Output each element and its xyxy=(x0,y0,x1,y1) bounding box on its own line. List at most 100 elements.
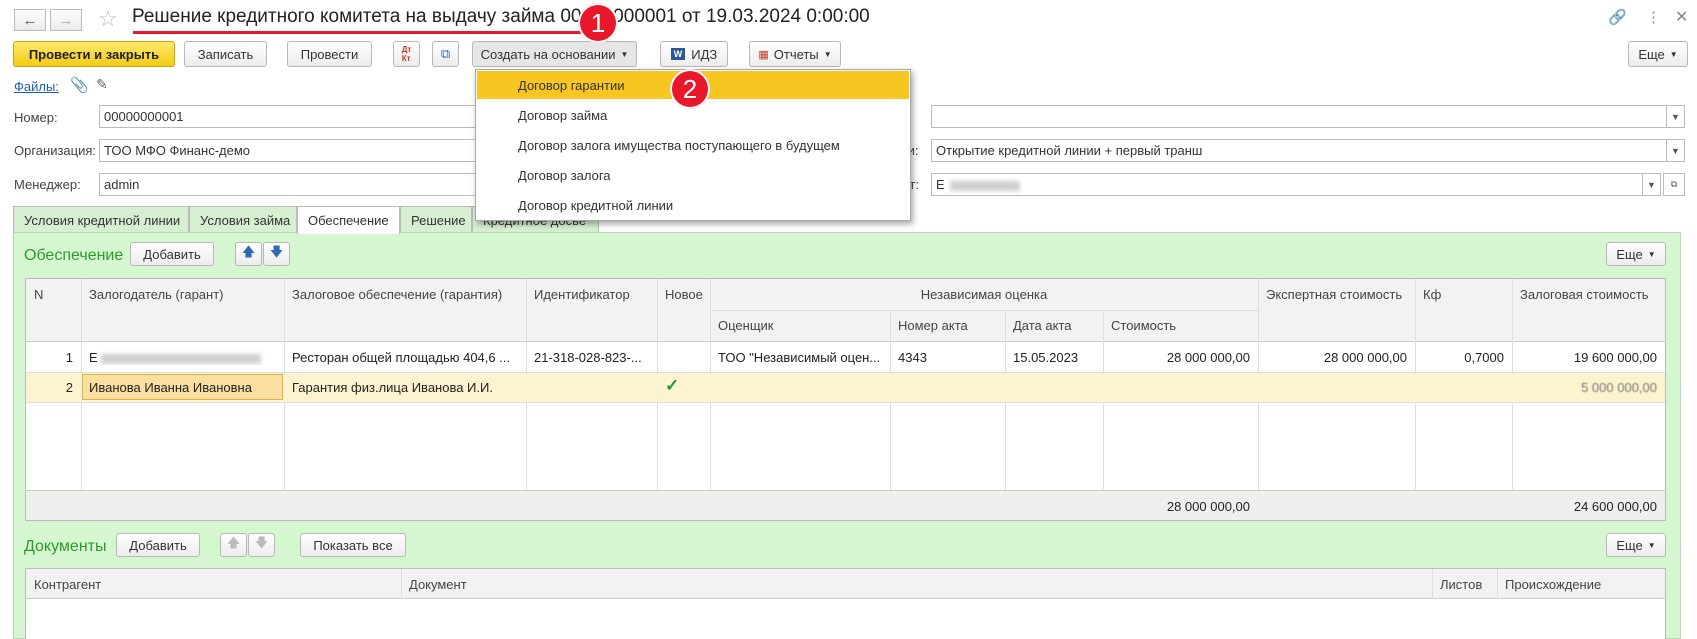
right-field-3[interactable]: Е xyxy=(931,173,1643,196)
col-act-date[interactable]: Дата акта xyxy=(1005,318,1103,333)
paperclip-icon[interactable]: 📎 xyxy=(70,76,89,94)
chevron-down-icon: ▼ xyxy=(823,49,832,59)
table-footer: 28 000 000,00 24 600 000,00 xyxy=(26,490,1665,520)
table-row[interactable]: 2 Иванова Иванна Ивановна Гарантия физ.л… xyxy=(26,372,1665,402)
save-button[interactable]: Записать xyxy=(184,41,267,67)
col-pledge[interactable]: Залоговая стоимость xyxy=(1512,287,1665,302)
right-field-2[interactable]: Открытие кредитной линии + первый транш xyxy=(931,139,1667,162)
col-counterparty[interactable]: Контрагент xyxy=(26,577,401,592)
total-pledge: 24 600 000,00 xyxy=(1573,499,1657,514)
row-appraiser: ТОО "Независимый оцен... xyxy=(718,350,881,365)
row-pledger: Е xyxy=(81,350,284,365)
col-id[interactable]: Идентификатор xyxy=(526,287,657,302)
documents-add-button[interactable]: Добавить xyxy=(116,533,200,557)
col-sheets[interactable]: Листов xyxy=(1432,577,1497,592)
check-icon: ✓ xyxy=(665,376,680,395)
col-document[interactable]: Документ xyxy=(401,577,1432,592)
tab-credit-line[interactable]: Условия кредитной линии xyxy=(13,206,189,233)
chevron-down-icon: ▼ xyxy=(1647,249,1656,259)
more-button[interactable]: Еще ▼ xyxy=(1628,41,1688,67)
org-label: Организация: xyxy=(14,143,97,158)
total-cost: 28 000 000,00 xyxy=(1166,499,1250,514)
org-field[interactable]: ТОО МФО Финанс-демо xyxy=(99,139,477,162)
col-new[interactable]: Новое xyxy=(657,287,710,302)
title-underline xyxy=(133,31,596,34)
row-expert: 28 000 000,00 xyxy=(1323,350,1407,365)
row-id: 21-318-028-823-... xyxy=(534,350,642,365)
tab-decision[interactable]: Решение xyxy=(400,206,472,233)
row-kf: 0,7000 xyxy=(1464,350,1504,365)
col-collateral[interactable]: Залоговое обеспечение (гарантия) xyxy=(284,287,526,302)
documents-more-button[interactable]: Еще ▼ xyxy=(1606,533,1666,557)
create-based-button[interactable]: Создать на основании ▼ xyxy=(472,41,637,67)
show-all-button[interactable]: Показать все xyxy=(300,533,406,557)
reports-icon: ▦ xyxy=(758,48,769,61)
star-icon[interactable]: ☆ xyxy=(98,6,118,32)
annotation-badge-2: 2 xyxy=(670,69,710,109)
structure-icon[interactable]: ⧉ xyxy=(432,41,459,67)
close-icon[interactable]: ✕ xyxy=(1675,7,1688,27)
col-n[interactable]: N xyxy=(26,287,81,302)
chevron-down-icon: ▼ xyxy=(620,49,629,59)
post-and-close-button[interactable]: Провести и закрыть xyxy=(13,41,175,67)
right-field-1[interactable] xyxy=(931,105,1667,128)
more-label: Еще xyxy=(1638,46,1665,62)
manager-label: Менеджер: xyxy=(14,177,81,192)
dt-kt-icon[interactable]: Дт Кт xyxy=(393,41,420,67)
annotation-badge-1: 1 xyxy=(578,3,618,43)
menu-item-pledge-contract[interactable]: Договор залога xyxy=(477,161,909,189)
back-button[interactable]: ← xyxy=(14,9,46,31)
number-field[interactable]: 00000000001 xyxy=(99,105,477,128)
page-title: Решение кредитного комитета на выдачу за… xyxy=(132,6,870,27)
col-origin[interactable]: Происхождение xyxy=(1497,577,1665,592)
tab-loan-terms[interactable]: Условия займа xyxy=(189,206,297,233)
menu-icon[interactable]: ⋮ xyxy=(1646,8,1661,26)
tab-collateral[interactable]: Обеспечение xyxy=(297,206,400,234)
collateral-add-button[interactable]: Добавить xyxy=(130,242,214,266)
chevron-down-icon[interactable]: ▼ xyxy=(1667,105,1685,128)
number-label: Номер: xyxy=(14,110,58,125)
row-n: 2 xyxy=(65,380,73,395)
word-icon: W xyxy=(670,48,686,60)
doc-move-down-button[interactable]: 🡇 xyxy=(248,533,275,557)
documents-section-title: Документы xyxy=(24,538,107,555)
reports-label: Отчеты xyxy=(773,46,819,62)
create-based-label: Создать на основании xyxy=(480,46,616,62)
reports-button[interactable]: ▦ Отчеты ▼ xyxy=(749,41,841,67)
collateral-more-label: Еще xyxy=(1616,246,1643,262)
open-icon[interactable]: ⧉ xyxy=(1663,173,1685,196)
move-down-button[interactable]: 🡇 xyxy=(263,242,290,266)
idz-button[interactable]: W ИДЗ xyxy=(660,41,728,67)
client-value: Е xyxy=(936,177,945,192)
row-pledger: Иванова Иванна Ивановна xyxy=(89,380,252,395)
link-icon[interactable]: 🔗 xyxy=(1608,8,1627,26)
post-button[interactable]: Провести xyxy=(287,41,372,67)
col-kf[interactable]: Кф xyxy=(1415,287,1512,302)
row-pledge: 19 600 000,00 xyxy=(1573,350,1657,365)
col-expert[interactable]: Экспертная стоимость xyxy=(1258,287,1415,302)
chevron-down-icon[interactable]: ▼ xyxy=(1643,173,1661,196)
pen-icon[interactable]: ✎ xyxy=(96,76,108,93)
chevron-down-icon: ▼ xyxy=(1647,540,1656,550)
collateral-table: N Залогодатель (гарант) Залоговое обеспе… xyxy=(25,278,1666,521)
chevron-down-icon[interactable]: ▼ xyxy=(1667,139,1685,162)
move-up-button[interactable]: 🡅 xyxy=(235,242,262,266)
col-independent: Независимая оценка xyxy=(920,287,1048,302)
collateral-more-button[interactable]: Еще ▼ xyxy=(1606,242,1666,266)
collateral-section-title: Обеспечение xyxy=(24,247,124,264)
manager-field[interactable]: admin xyxy=(99,173,477,196)
menu-item-credit-line-contract[interactable]: Договор кредитной линии xyxy=(477,191,909,219)
table-row[interactable]: 1 Е Ресторан общей площадью 404,6 ... 21… xyxy=(26,342,1665,372)
col-cost[interactable]: Стоимость xyxy=(1103,318,1258,333)
menu-item-future-property-pledge[interactable]: Договор залога имущества поступающего в … xyxy=(477,131,909,159)
row-pledge: 5 000 000,00 xyxy=(1581,380,1657,395)
documents-more-label: Еще xyxy=(1616,537,1643,553)
col-appraiser[interactable]: Оценщик xyxy=(710,318,890,333)
col-act-no[interactable]: Номер акта xyxy=(890,318,1005,333)
chevron-down-icon: ▼ xyxy=(1669,49,1678,59)
row-collateral: Ресторан общей площадью 404,6 ... xyxy=(292,350,511,365)
forward-button[interactable]: → xyxy=(50,9,82,31)
doc-move-up-button[interactable]: 🡅 xyxy=(220,533,247,557)
col-pledger[interactable]: Залогодатель (гарант) xyxy=(81,287,284,302)
files-link[interactable]: Файлы: xyxy=(14,79,59,94)
